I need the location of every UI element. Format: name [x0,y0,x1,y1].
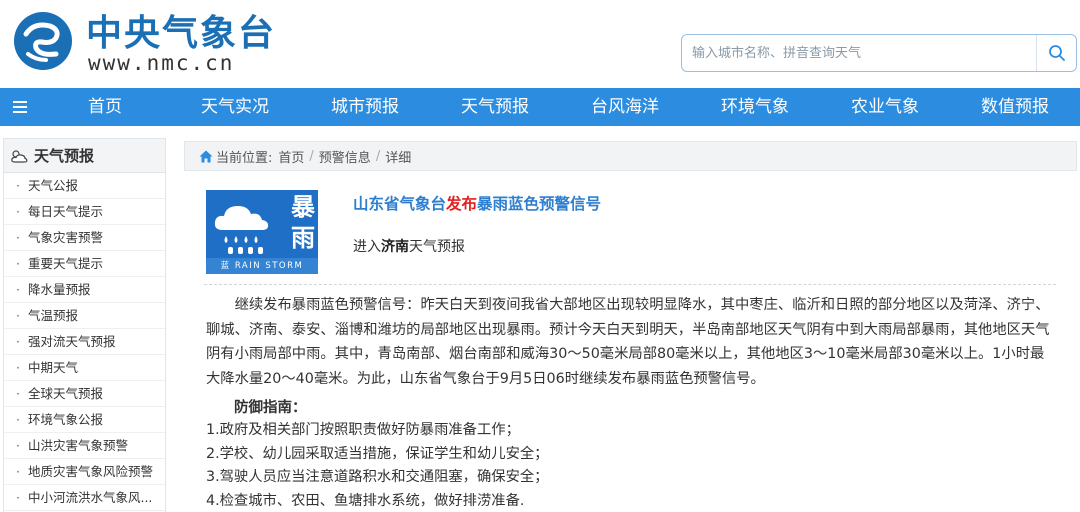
breadcrumb-detail: 详细 [385,150,412,166]
breadcrumb-separator: / [375,148,381,164]
sidebar-item-convective[interactable]: · 强对流天气预报 [4,329,165,355]
bullet: · [16,386,20,401]
breadcrumb-home[interactable]: 首页 [278,147,304,166]
site-logo-url[interactable]: www.nmc.cn [88,52,234,74]
bullet: · [16,178,20,193]
rainstorm-blue-warning-icon: 暴 雨 蓝 RAIN STORM [206,190,318,274]
sidebar-item-label: 强对流天气预报 [27,334,116,349]
breadcrumb-label: 当前位置: [216,150,273,166]
sidebar-title: 天气预报 [4,139,165,173]
sidebar-item-label: 环境气象公报 [27,412,103,427]
enter-prefix: 进入 [353,239,381,255]
sidebar-item-geologic[interactable]: · 地质灾害气象风险预警 [4,459,165,485]
sidebar: 天气预报 · 天气公报 · 每日天气提示 · 气象灾害预警 · 重要天气提示 ·… [3,138,166,512]
page: 中央气象台 www.nmc.cn 首页 天气实况 城市预报 天气预报 台风海洋 [0,0,1080,512]
bullet: · [16,308,20,323]
search-icon [1048,45,1065,61]
bullet: · [16,204,20,219]
hamburger-menu-icon [13,101,27,113]
breadcrumb-separator: / [309,148,314,164]
warning-icon-char: 暴 [291,193,315,221]
bullet: · [16,490,20,505]
warning-publish-word: 发布 [446,195,478,213]
site-logo-chinese[interactable]: 中央气象台 [86,14,276,54]
nmc-logo-icon[interactable] [12,10,74,72]
menu-button[interactable] [0,88,40,126]
bullet: · [16,438,20,453]
warning-signal-name: 暴雨蓝色预警信号 [477,195,602,213]
site-header: 中央气象台 www.nmc.cn [0,0,1080,88]
defense-guide-item: 2.学校、幼儿园采取适当措施，保证学生和幼儿安全； [206,445,549,462]
breadcrumb-warning-info[interactable]: 预警信息 [319,147,371,166]
warning-body-text: 继续发布暴雨蓝色预警信号：昨天白天到夜间我省大部地区出现较明显降水，其中枣庄、临… [206,297,1050,387]
bullet: · [16,464,20,479]
sidebar-item-global[interactable]: · 全球天气预报 [4,381,165,407]
sidebar-item-disaster-warning[interactable]: · 气象灾害预警 [4,225,165,251]
sidebar-item-precipitation[interactable]: · 降水量预报 [4,277,165,303]
search-button[interactable] [1036,35,1076,71]
nav-item-weather-observation[interactable]: 天气实况 [170,88,300,126]
sidebar-item-label: 每日天气提示 [27,204,103,219]
home-icon [199,150,213,162]
bullet: · [16,256,20,271]
enter-suffix: 天气预报 [409,239,465,255]
nav-item-home[interactable]: 首页 [40,88,170,126]
sidebar-item-label: 全球天气预报 [27,386,103,401]
sidebar-item-label: 重要天气提示 [27,256,103,271]
sidebar-item-daily-tips[interactable]: · 每日天气提示 [4,199,165,225]
cloud-sun-icon [11,149,28,163]
divider [204,284,1056,285]
warning-icon-color-char: 蓝 [220,261,231,271]
sidebar-item-river-flood[interactable]: · 中小河流洪水气象风... [4,485,165,511]
sidebar-item-flash-flood[interactable]: · 山洪灾害气象预警 [4,433,165,459]
defense-guide-title: 防御指南： [234,400,307,416]
city-forecast-link[interactable]: 进入济南天气预报 [353,236,465,256]
bullet: · [16,230,20,245]
nav-item-typhoon-ocean[interactable]: 台风海洋 [560,88,690,126]
bullet: · [16,334,20,349]
sidebar-item-important-tips[interactable]: · 重要天气提示 [4,251,165,277]
rain-cloud-icon [214,206,269,254]
city-search-input[interactable] [692,43,1032,63]
sidebar-item-temperature[interactable]: · 气温预报 [4,303,165,329]
defense-guide-item: 3.驾驶人员应当注意道路积水和交通阻塞，确保安全； [206,469,549,485]
city-search-box [681,34,1077,72]
bullet: · [16,412,20,427]
sidebar-list: · 天气公报 · 每日天气提示 · 气象灾害预警 · 重要天气提示 · 降水量预… [4,173,165,511]
enter-city: 济南 [381,239,409,255]
warning-org: 山东省气象台 [353,195,447,213]
sidebar-item-medium-range[interactable]: · 中期天气 [4,355,165,381]
sidebar-item-label: 天气公报 [27,178,78,193]
nav-item-environment[interactable]: 环境气象 [690,88,820,126]
nav-item-weather-forecast[interactable]: 天气预报 [430,88,560,126]
nav-item-numerical-forecast[interactable]: 数值预报 [950,88,1080,126]
warning-icon-caption: 蓝 RAIN STORM [206,258,318,274]
warning-icon-english: RAIN STORM [234,261,304,271]
warning-title: 山东省气象台发布暴雨蓝色预警信号 [353,192,601,214]
bullet: · [16,360,20,375]
warning-icon-chars: 暴 雨 [290,192,316,254]
defense-guide-item: 1.政府及相关部门按照职责做好防暴雨准备工作； [206,422,520,438]
sidebar-item-label: 山洪灾害气象预警 [27,438,128,453]
sidebar-item-label: 气象灾害预警 [27,230,103,245]
nav-item-city-forecast[interactable]: 城市预报 [300,88,430,126]
sidebar-item-environment-bulletin[interactable]: · 环境气象公报 [4,407,165,433]
main-nav: 首页 天气实况 城市预报 天气预报 台风海洋 环境气象 农业气象 数值预报 [0,88,1080,126]
sidebar-title-label: 天气预报 [34,147,95,165]
defense-guide-item: 4.检查城市、农田、鱼塘排水系统，做好排涝准备. [206,492,525,509]
warning-icon-char: 雨 [291,224,315,252]
sidebar-item-weather-bulletin[interactable]: · 天气公报 [4,173,165,199]
sidebar-item-label: 中小河流洪水气象风... [27,490,153,505]
sidebar-item-label: 气温预报 [27,308,78,323]
sidebar-item-label: 中期天气 [27,360,78,375]
sidebar-item-label: 地质灾害气象风险预警 [27,464,153,479]
bullet: · [16,282,20,297]
nav-item-agriculture[interactable]: 农业气象 [820,88,950,126]
sidebar-item-label: 降水量预报 [27,282,91,297]
defense-guide-list: 1.政府及相关部门按照职责做好防暴雨准备工作； 2.学校、幼儿园采取适当措施，保… [206,419,1056,512]
breadcrumb: 当前位置: 首页 / 预警信息 / 详细 [184,141,1077,171]
